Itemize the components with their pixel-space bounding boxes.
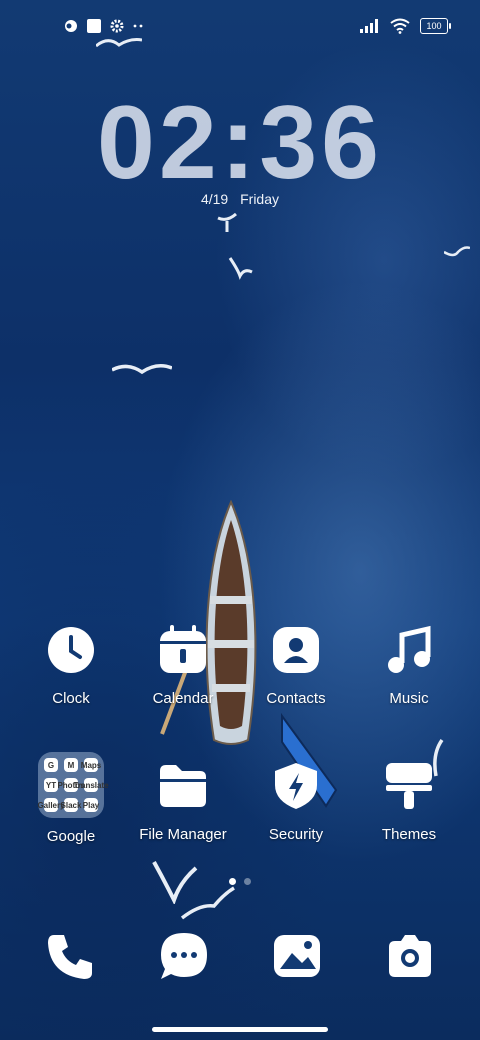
signal-icon [360, 19, 378, 33]
phone-icon [48, 935, 92, 979]
date-line: 4/19 Friday [0, 191, 480, 207]
messages-icon [161, 933, 207, 979]
weekday-text: Friday [240, 191, 280, 207]
dock-camera[interactable] [384, 930, 436, 982]
gallery-icon [274, 935, 320, 977]
folder-file-icon [160, 765, 206, 807]
page-dot-active[interactable] [229, 878, 236, 885]
dock-messages[interactable] [158, 930, 210, 982]
app-security[interactable]: Security [240, 760, 352, 843]
app-label: Themes [381, 826, 437, 843]
seagull-icon [217, 212, 237, 232]
calendar-icon [160, 625, 206, 673]
app-google-folder[interactable]: G M Maps YT Photos Translate Gallery Sla… [15, 752, 127, 845]
shield-bolt-icon [275, 763, 317, 809]
camera-icon [389, 935, 431, 977]
app-label: File Manager [139, 826, 227, 843]
gear-icon [110, 19, 124, 33]
seagull-icon [228, 257, 253, 280]
app-contacts[interactable]: Contacts [240, 624, 352, 707]
page-indicator [0, 878, 480, 885]
app-label: Google [46, 828, 96, 845]
app-music[interactable]: Music [353, 624, 465, 707]
app-label: Security [268, 826, 324, 843]
app-calendar[interactable]: Calendar [127, 624, 239, 707]
home-indicator[interactable] [152, 1027, 328, 1032]
dock-phone[interactable] [45, 930, 97, 982]
seagull-icon [444, 246, 470, 257]
notification-icon [65, 20, 77, 32]
square-icon [87, 19, 101, 33]
contacts-icon [273, 627, 319, 673]
dock-gallery[interactable] [271, 930, 323, 982]
folder-app-icon: Translate [73, 778, 109, 792]
wifi-icon [390, 18, 410, 34]
seagull-icon [96, 38, 142, 48]
app-label: Calendar [152, 690, 214, 707]
folder-app-icon: M [64, 758, 78, 772]
music-icon [388, 625, 431, 673]
seagull-icon [180, 886, 235, 920]
app-label: Contacts [266, 690, 326, 707]
app-themes[interactable]: Themes [353, 760, 465, 843]
paint-roller-icon [386, 763, 432, 809]
clock-time[interactable]: 02:36 [0, 84, 480, 203]
app-clock[interactable]: Clock [15, 624, 127, 707]
page-dot[interactable] [244, 878, 251, 885]
seagull-icon [112, 364, 172, 375]
overflow-icon [133, 24, 143, 28]
folder-icon: G M Maps YT Photos Translate Gallery Sla… [37, 752, 109, 818]
folder-app-icon: Slack [61, 798, 81, 812]
folder-app-icon: Play [83, 798, 99, 812]
app-file-manager[interactable]: File Manager [127, 760, 239, 843]
folder-app-icon: YT [44, 778, 58, 792]
battery-level: 100 [426, 21, 442, 31]
folder-app-icon: Maps [81, 758, 101, 772]
app-label: Music [389, 690, 429, 707]
status-bar: 100 [0, 0, 480, 56]
battery-icon: 100 [420, 18, 451, 34]
app-label: Clock [52, 690, 90, 707]
folder-app-icon: Gallery [37, 798, 65, 812]
clock-icon [48, 627, 94, 673]
folder-app-icon: G [44, 758, 58, 772]
date-text: 4/19 [200, 191, 229, 207]
